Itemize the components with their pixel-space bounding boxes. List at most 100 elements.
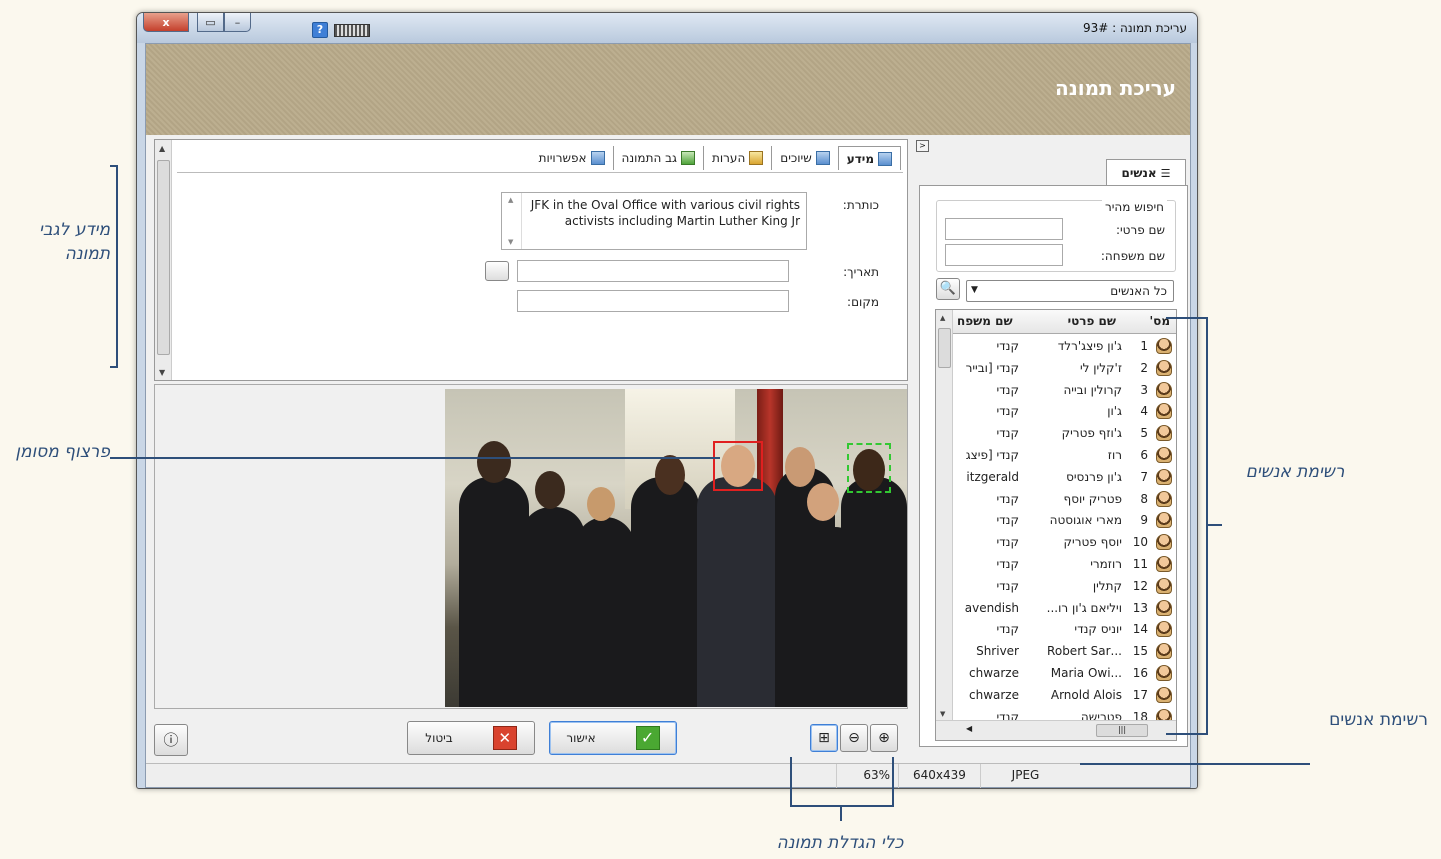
person-number: 2	[1140, 360, 1148, 375]
title-bar: x ▭ – ? עריכת תמונה : 93#	[137, 13, 1197, 43]
person-avatar-icon	[1156, 468, 1172, 485]
table-row[interactable]: 2 ז'קלין לי קנדי [ובייר	[953, 358, 1176, 380]
tab-photo-back[interactable]: גב התמונה	[612, 146, 704, 170]
table-row[interactable]: 10 יוסף פטריק קנדי	[953, 532, 1176, 554]
person-avatar-icon	[1156, 512, 1172, 529]
person-last-name: קנדי	[996, 382, 1019, 397]
tab-people[interactable]: ☰ אנשים	[1106, 159, 1186, 186]
close-button[interactable]: x	[143, 13, 189, 32]
search-button[interactable]: 🔍	[936, 278, 960, 300]
table-row[interactable]: 3 קרולין ובייה קנדי	[953, 380, 1176, 402]
maximize-button[interactable]: ▭	[197, 13, 224, 32]
table-row[interactable]: 9 מארי אוגוסטה קנדי	[953, 510, 1176, 532]
caption-scrollbar[interactable]: ▲ ▼	[502, 193, 522, 249]
people-table-vscroll[interactable]: ▲ ▼	[936, 310, 953, 720]
zoom-out-icon: ⊖	[848, 730, 860, 746]
table-row[interactable]: 8 פטריק יוסף קנדי	[953, 489, 1176, 511]
quick-search-group: חיפוש מהיר שם פרטי: שם משפחה:	[936, 200, 1176, 272]
people-filter-value: כל האנשים	[1110, 284, 1167, 298]
person-avatar-icon	[1156, 490, 1172, 507]
info-tab-icon	[878, 151, 892, 166]
tab-info[interactable]: מידע	[837, 146, 901, 170]
column-header-last-name[interactable]: שם משפח	[957, 314, 1013, 328]
tagged-face-marker[interactable]	[713, 441, 763, 491]
person-avatar-icon	[1156, 338, 1172, 354]
zoom-fit-button[interactable]: ⊞	[810, 724, 838, 752]
cancel-button[interactable]: ✕ ביטול	[407, 721, 535, 755]
scroll-down-icon[interactable]: ▼	[508, 238, 513, 246]
scroll-down-icon[interactable]: ▼	[159, 368, 165, 377]
zoom-bracket-bottom	[790, 805, 894, 807]
ok-label: אישור	[566, 731, 596, 745]
table-row[interactable]: 15 ...Robert Sar Shriver	[953, 641, 1176, 663]
date-field[interactable]	[517, 260, 789, 282]
scrollbar-thumb[interactable]	[938, 328, 951, 368]
people-list-annotation: רשימת אנשים	[1245, 462, 1345, 482]
scroll-up-icon[interactable]: ▲	[508, 196, 513, 204]
table-row[interactable]: 14 יוניס קנדי קנדי	[953, 619, 1176, 641]
table-row[interactable]: 4 ג'ון קנדי	[953, 401, 1176, 423]
people-filter-select[interactable]: ▼ כל האנשים	[966, 280, 1174, 302]
tab-options[interactable]: אפשרויות	[531, 146, 613, 170]
chevron-down-icon: ▼	[971, 285, 978, 295]
zoom-out-button[interactable]: ⊖	[840, 724, 868, 752]
tab-label: מידע	[846, 151, 874, 166]
person-avatar-icon	[1156, 686, 1172, 703]
last-name-input[interactable]	[945, 244, 1063, 266]
help-icon[interactable]: ?	[312, 22, 328, 38]
photo-face	[587, 487, 615, 521]
candidate-face-marker[interactable]	[847, 443, 891, 493]
scroll-up-icon[interactable]: ▲	[159, 144, 165, 153]
person-number: 16	[1132, 665, 1148, 680]
table-row[interactable]: 7 ג'ון פרנסיס itzgerald	[953, 467, 1176, 489]
table-row[interactable]: 6 רוז קנדי [פיצג	[953, 445, 1176, 467]
maximize-icon: ▭	[205, 15, 216, 29]
scroll-up-icon[interactable]: ▲	[940, 314, 945, 322]
scroll-left-icon[interactable]: ◀	[966, 724, 972, 733]
keyboard-icon[interactable]	[334, 24, 370, 37]
person-first-name: ויליאם ג'ון רו...	[1046, 600, 1122, 615]
person-number: 9	[1140, 513, 1148, 528]
person-first-name: יוניס קנדי	[1074, 622, 1122, 637]
date-picker-button[interactable]	[485, 261, 509, 281]
collapse-panel-button[interactable]: >	[916, 140, 929, 152]
table-row[interactable]: 5 ג'וזף פטריק קנדי	[953, 423, 1176, 445]
ok-button[interactable]: ✓ אישור	[549, 721, 677, 755]
column-header-first-name[interactable]: שם פרטי	[1068, 314, 1116, 328]
table-row[interactable]: 18 פטרישה קנדי	[953, 707, 1176, 720]
scrollbar-thumb[interactable]	[157, 160, 170, 355]
zoom-in-button[interactable]: ⊕	[870, 724, 898, 752]
table-row[interactable]: 12 קתלין קנדי	[953, 576, 1176, 598]
info-pane-scrollbar[interactable]: ▲ ▼	[155, 140, 172, 380]
scroll-down-icon[interactable]: ▼	[940, 710, 945, 718]
people-table-header: מס' שם פרטי שם משפח	[953, 310, 1176, 334]
person-first-name: פטריק יוסף	[1063, 491, 1122, 506]
photo-preview[interactable]	[445, 389, 907, 707]
place-field[interactable]	[517, 290, 789, 312]
table-row[interactable]: 1 ג'ון פיצג'רלד קנדי	[953, 336, 1176, 358]
people-bracket-bottom	[1166, 733, 1208, 735]
photo-person	[697, 477, 777, 707]
people-table-hscroll[interactable]: ◀ |||	[936, 720, 1176, 740]
caption-field[interactable]: ▲ ▼ JFK in the Oval Office with various …	[501, 192, 807, 250]
photo-person	[631, 477, 699, 707]
tab-associations[interactable]: שיוכים	[771, 146, 837, 170]
minimize-button[interactable]: –	[224, 13, 251, 32]
statusbar-pointer-line	[1080, 763, 1310, 765]
zoom-bracket-left	[790, 757, 792, 807]
table-row[interactable]: 13 ויליאם ג'ון רו... avendish	[953, 598, 1176, 620]
table-row[interactable]: 11 רוזמרי קנדי	[953, 554, 1176, 576]
info-button[interactable]: ⓘ	[154, 724, 188, 756]
person-first-name: ג'ון	[1107, 404, 1122, 419]
table-row[interactable]: 16 ...Maria Owi chwarze	[953, 663, 1176, 685]
status-bar: 63% 640x439 JPEG	[146, 763, 1190, 788]
scrollbar-thumb[interactable]: |||	[1096, 724, 1148, 737]
tab-notes[interactable]: הערות	[703, 146, 771, 170]
table-row[interactable]: 17 Arnold Alois chwarze	[953, 685, 1176, 707]
zoom-fit-icon: ⊞	[818, 730, 830, 746]
person-number: 4	[1140, 404, 1148, 419]
person-avatar-icon	[1156, 534, 1172, 551]
people-list-annotation-2: רשימת אנשים	[1329, 710, 1428, 730]
first-name-input[interactable]	[945, 218, 1063, 240]
person-number: 15	[1132, 644, 1148, 659]
